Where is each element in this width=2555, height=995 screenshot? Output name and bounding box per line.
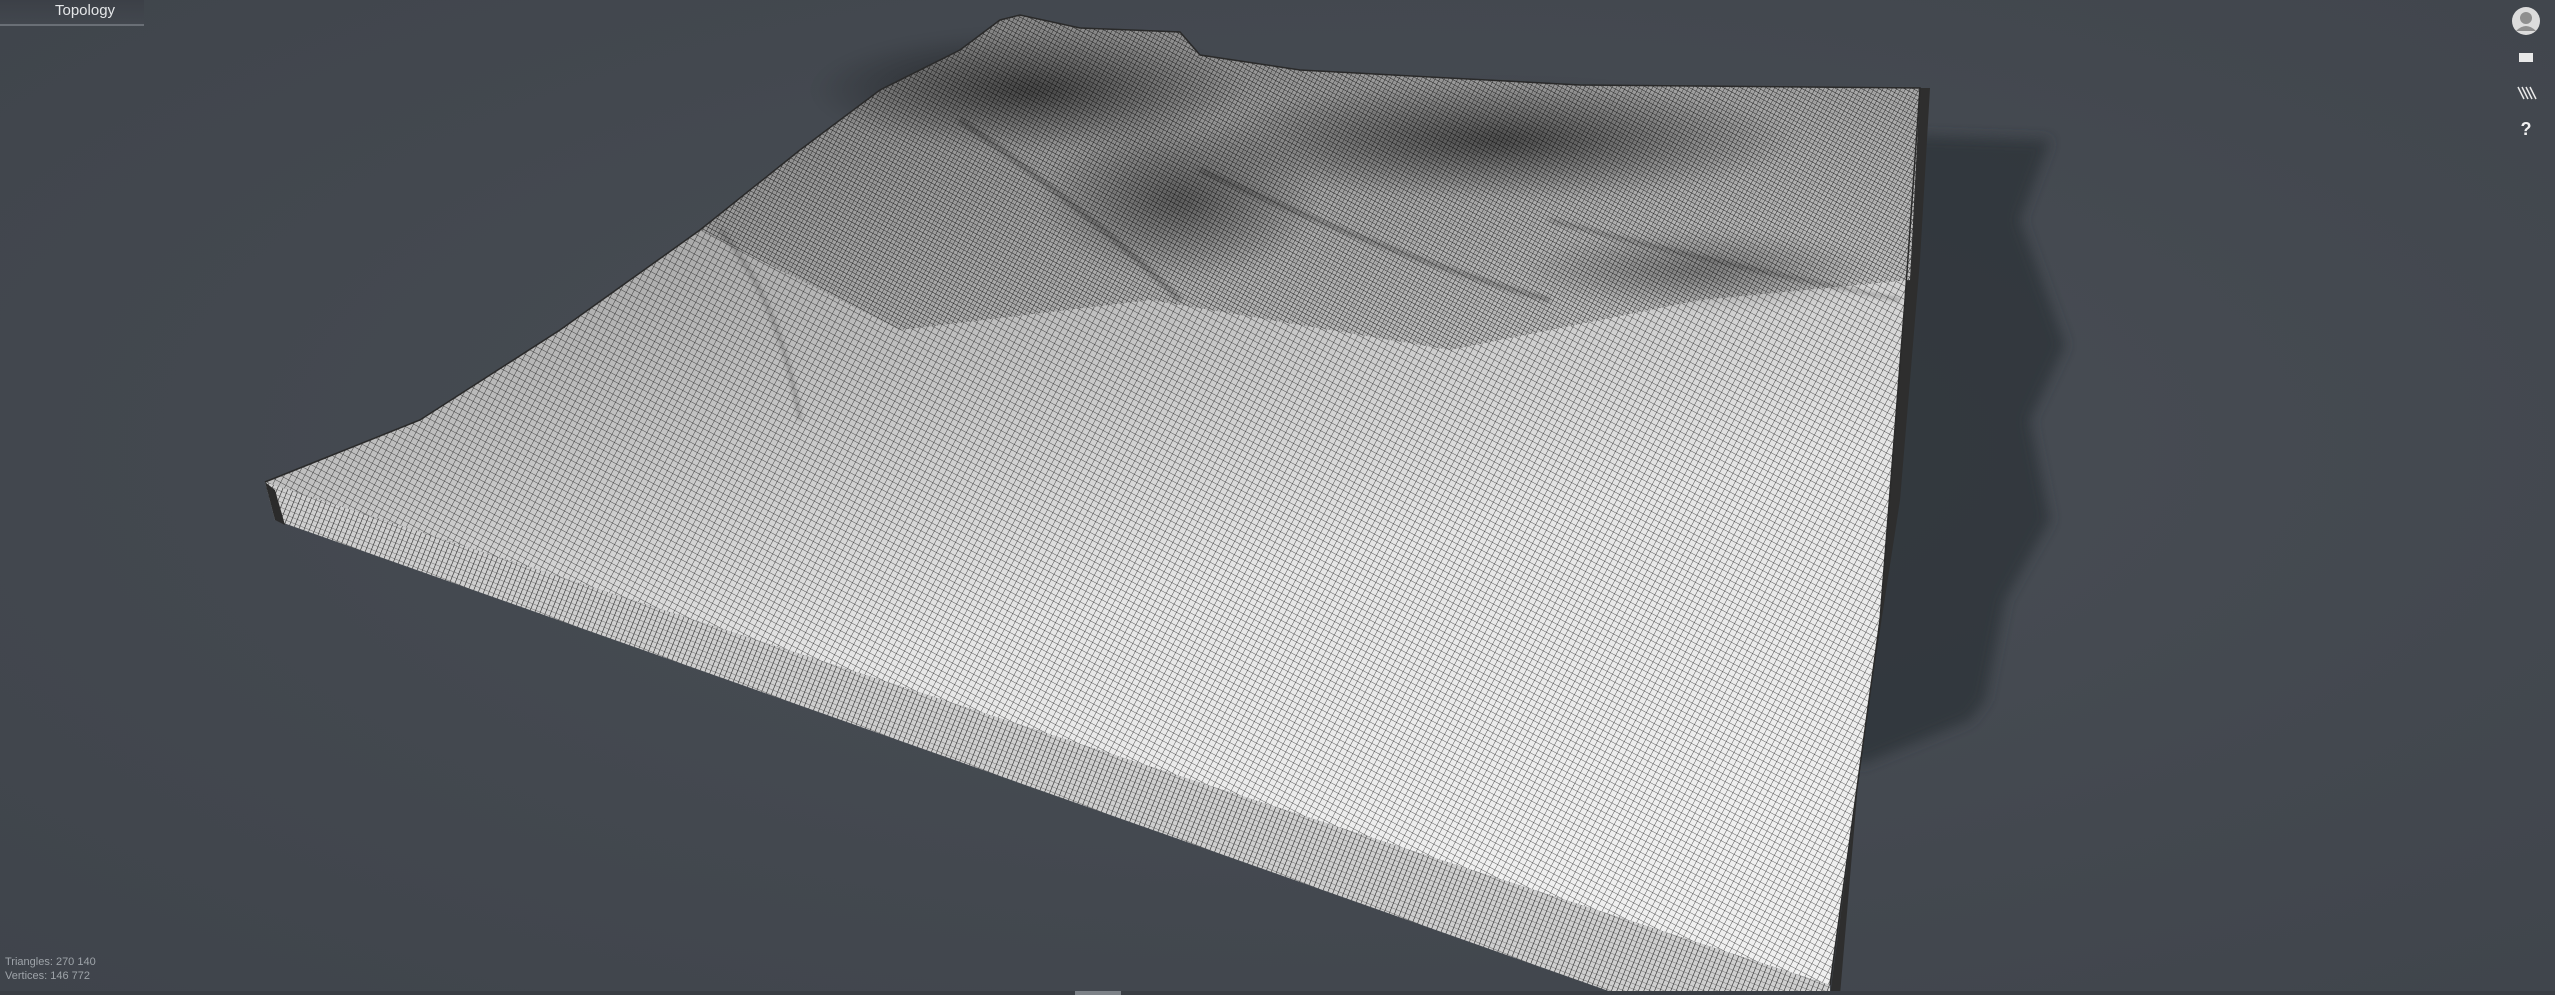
3d-viewport[interactable]: Topology ? Triangles: 270 140 Vertices: …	[0, 0, 2555, 995]
wireframe-view-icon	[2517, 86, 2537, 100]
ridge-shadow-4	[1520, 230, 1880, 310]
bottom-panel-handle[interactable]	[1075, 991, 1121, 995]
mode-title-label: Topology	[55, 2, 116, 19]
help-icon: ?	[2520, 118, 2532, 139]
help-button[interactable]: ?	[2509, 112, 2543, 146]
mesh-stats: Triangles: 270 140 Vertices: 146 772	[5, 955, 96, 983]
triangles-count: Triangles: 270 140	[5, 956, 96, 968]
ridge-shadow-3	[1040, 120, 1320, 280]
view-toolbar: ?	[2509, 4, 2543, 148]
vertices-count: Vertices: 146 772	[5, 970, 91, 982]
solid-view-button[interactable]	[2509, 40, 2543, 74]
avatar-icon	[2512, 7, 2540, 35]
bottom-bar	[0, 991, 2555, 995]
avatar-button[interactable]	[2509, 4, 2543, 38]
terrain-scene[interactable]	[0, 0, 2555, 995]
mode-title-tab: Topology	[0, 0, 144, 26]
wireframe-view-button[interactable]	[2509, 76, 2543, 110]
solid-view-icon	[2519, 53, 2533, 62]
